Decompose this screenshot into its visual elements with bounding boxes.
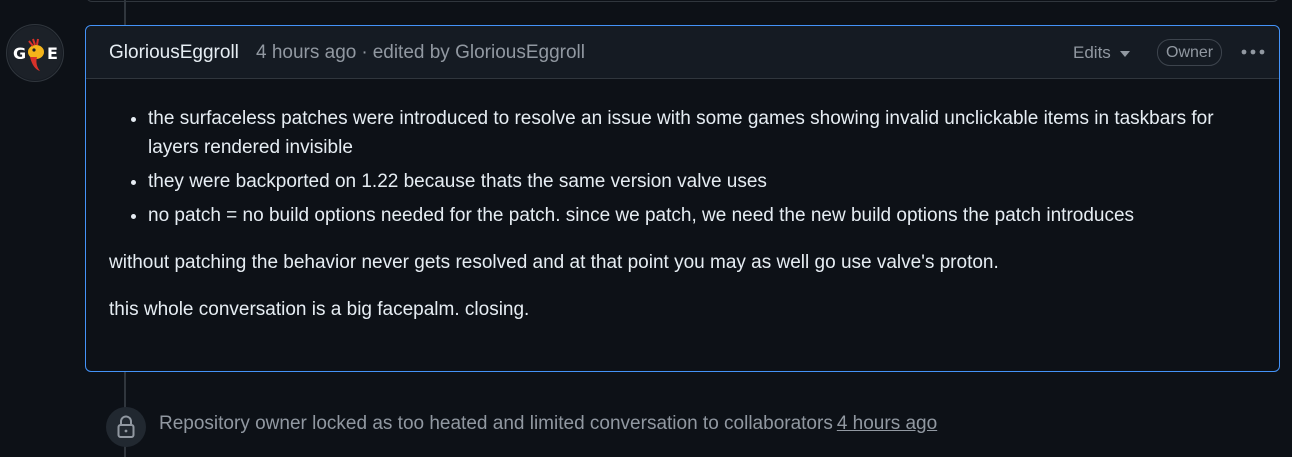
paragraph: this whole conversation is a big facepal… bbox=[109, 299, 530, 320]
lock-event-time-link[interactable]: 4 hours ago bbox=[837, 413, 937, 434]
list-item: they were backported on 1.22 because tha… bbox=[148, 167, 1259, 196]
author-name-link[interactable]: GloriousEggroll bbox=[109, 42, 239, 64]
comment-card: GloriousEggroll 4 hours ago · edited by Gl… bbox=[85, 25, 1280, 372]
previous-comment-edge bbox=[86, 0, 1279, 2]
conversation-timeline: G E GloriousEggroll 4 hours ago · edited b… bbox=[0, 0, 1292, 457]
lock-event-description: Repository owner locked as too heated an… bbox=[159, 413, 833, 434]
avatar-letter-e: E bbox=[47, 44, 58, 63]
bullet-list: the surfaceless patches were introduced … bbox=[109, 104, 1259, 230]
edits-label: Edits bbox=[1073, 43, 1111, 62]
comment-body: the surfaceless patches were introduced … bbox=[109, 104, 1259, 324]
edited-by-label: edited by GloriousEggroll bbox=[372, 42, 585, 63]
caret-down-icon bbox=[1119, 50, 1130, 57]
edits-dropdown[interactable]: Edits bbox=[1073, 43, 1130, 63]
avatar-logo-icon: G E bbox=[8, 26, 62, 80]
avatar-letter-g: G bbox=[13, 44, 26, 63]
list-item: the surfaceless patches were introduced … bbox=[148, 104, 1259, 162]
lock-event-text: Repository owner locked as too heated an… bbox=[159, 413, 937, 435]
list-item: no patch = no build options needed for t… bbox=[148, 201, 1259, 230]
paragraph: without patching the behavior never gets… bbox=[109, 252, 999, 273]
meta-separator: · bbox=[361, 42, 368, 63]
more-options-icon[interactable] bbox=[1240, 44, 1266, 60]
comment-meta: 4 hours ago · edited by GloriousEggroll bbox=[256, 42, 585, 64]
comment-header: GloriousEggroll 4 hours ago · edited by Gl… bbox=[86, 26, 1279, 79]
comment-timestamp-link[interactable]: 4 hours ago bbox=[256, 42, 356, 63]
lock-event-badge bbox=[106, 407, 146, 447]
owner-badge: Owner bbox=[1157, 39, 1223, 66]
timeline-line bbox=[124, 0, 126, 26]
lock-icon bbox=[117, 415, 135, 438]
author-avatar[interactable]: G E bbox=[6, 24, 64, 82]
